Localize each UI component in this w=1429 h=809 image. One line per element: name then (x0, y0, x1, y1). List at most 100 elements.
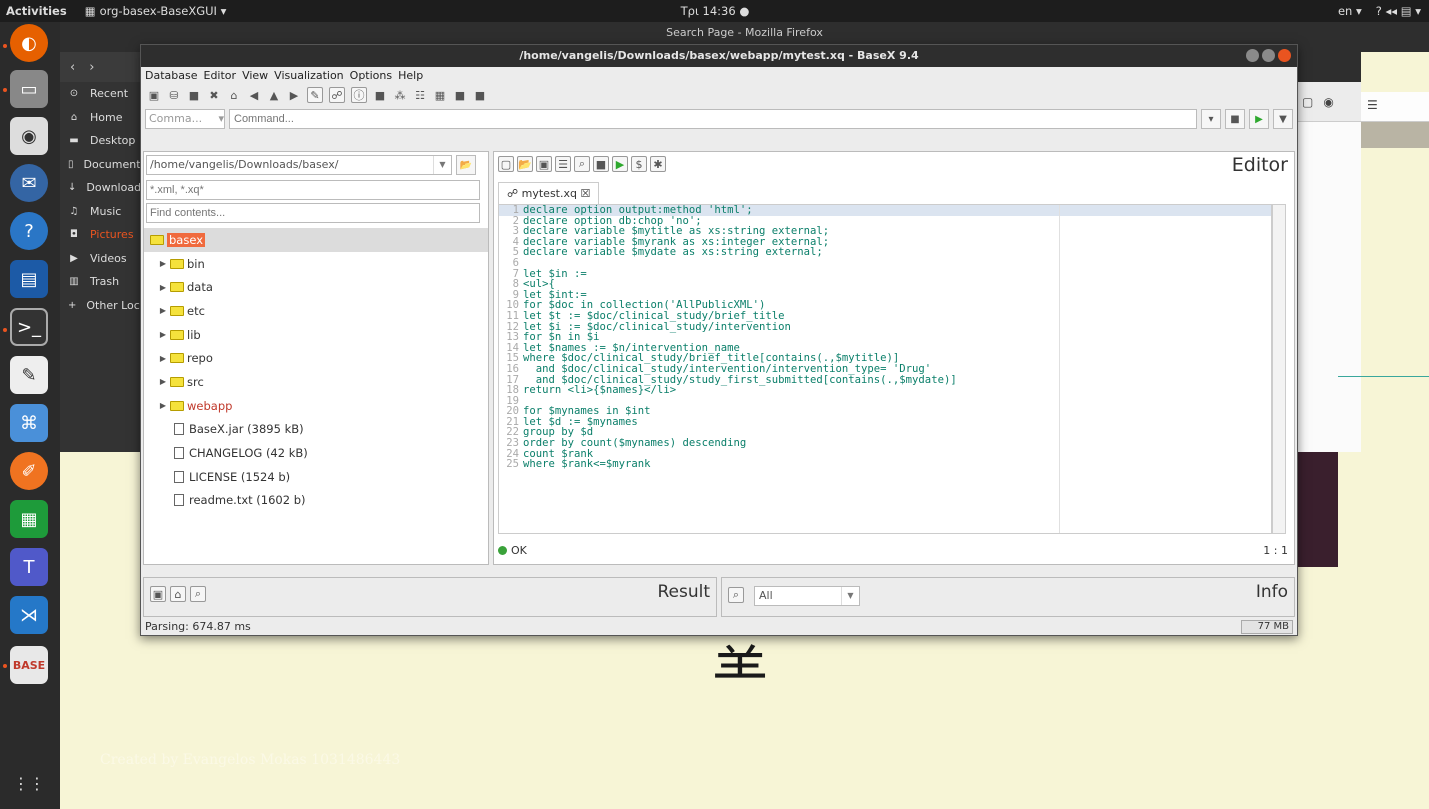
expand-arrow-icon[interactable]: ▶ (158, 330, 168, 339)
expand-arrow-icon[interactable]: ▶ (158, 354, 168, 363)
expand-arrow-icon[interactable]: ▶ (158, 283, 168, 292)
expand-arrow-icon[interactable]: ▶ (158, 377, 168, 386)
files-sidebar-item[interactable]: + Other Locations (60, 294, 140, 318)
terminal-icon[interactable]: >_ (10, 308, 48, 346)
save-icon[interactable]: ▣ (536, 156, 552, 172)
tree-item[interactable]: ▶ lib (144, 323, 488, 347)
menu-options[interactable]: Options (350, 69, 392, 82)
forward-icon[interactable]: › (89, 60, 94, 75)
rhythmbox-icon[interactable]: ◉ (10, 117, 48, 155)
files-sidebar-item[interactable]: ⌂ Home (60, 106, 140, 130)
files-sidebar-item[interactable]: ◘ Pictures (60, 223, 140, 247)
system-tray[interactable]: en ▾ ? ◂◂ ▤ ▾ (1338, 4, 1421, 18)
basex-icon[interactable]: BASE (10, 646, 48, 684)
menu-database[interactable]: Database (145, 69, 198, 82)
info-toggle-icon[interactable]: ⓘ (351, 87, 367, 103)
clock[interactable]: Τρι 14:36 ● (681, 4, 750, 18)
command-input[interactable] (229, 109, 1197, 129)
editor-toggle-icon[interactable]: ✎ (307, 87, 323, 103)
project-toggle-icon[interactable]: ☍ (329, 87, 345, 103)
files-sidebar-item[interactable]: ♫ Music (60, 200, 140, 224)
menu-help[interactable]: Help (398, 69, 423, 82)
files-sidebar-item[interactable]: ▬ Desktop (60, 129, 140, 153)
sketch-icon[interactable]: ✐ (10, 452, 48, 490)
filter-icon[interactable]: ▼ (1273, 109, 1293, 129)
home-icon[interactable]: ⌂ (227, 88, 241, 102)
search-icon[interactable]: ⌕ (728, 587, 744, 603)
open-folder-icon[interactable]: 📂 (456, 155, 476, 175)
file-filter-input[interactable] (146, 180, 480, 200)
files-sidebar-item[interactable]: ▥ Trash (60, 270, 140, 294)
plot-view-icon[interactable]: ■ (473, 88, 487, 102)
teams-icon[interactable]: T (10, 548, 48, 586)
tree-item[interactable]: readme.txt (1602 b) (144, 489, 488, 513)
files-sidebar-item[interactable]: ↓ Downloads (60, 176, 140, 200)
reader-icon[interactable]: ▢ (1302, 95, 1313, 109)
run-icon[interactable]: ▶ (612, 156, 628, 172)
open-file-icon[interactable]: 📂 (517, 156, 533, 172)
new-file-icon[interactable]: ▢ (498, 156, 514, 172)
tab-mytest[interactable]: ☍ mytest.xq ☒ (498, 182, 600, 204)
home-icon[interactable]: ⌂ (170, 586, 186, 602)
tree-item[interactable]: ▶ bin (144, 252, 488, 276)
firefox-icon[interactable]: ◐ (10, 24, 48, 62)
search-icon[interactable]: ⌕ (574, 156, 590, 172)
run-icon[interactable]: ▶ (1249, 109, 1269, 129)
stop-icon[interactable]: ■ (1225, 109, 1245, 129)
close-button[interactable] (1278, 49, 1291, 62)
back-icon[interactable]: ‹ (70, 60, 75, 75)
files-sidebar-item[interactable]: ⊙ Recent (60, 82, 140, 106)
menu-visualization[interactable]: Visualization (274, 69, 343, 82)
command-mode-select[interactable]: Comma... ▾ (145, 109, 225, 129)
firefox-menu-icon[interactable]: ☰ (1361, 92, 1429, 122)
files-sidebar-item[interactable]: ▯ Documents (60, 153, 140, 177)
tree-item[interactable]: BaseX.jar (3895 kB) (144, 418, 488, 442)
up-icon[interactable]: ▲ (267, 88, 281, 102)
folder-view-icon[interactable]: ☷ (413, 88, 427, 102)
text-editor-icon[interactable]: ✎ (10, 356, 48, 394)
info-filter-select[interactable]: All ▼ (754, 586, 860, 606)
close-database-icon[interactable]: ✖ (207, 88, 221, 102)
writer-icon[interactable]: ▤ (10, 260, 48, 298)
table-view-icon[interactable]: ▦ (433, 88, 447, 102)
language-indicator[interactable]: en ▾ (1338, 4, 1362, 18)
tree-item[interactable]: CHANGELOG (42 kB) (144, 441, 488, 465)
expand-arrow-icon[interactable]: ▶ (158, 306, 168, 315)
expand-arrow-icon[interactable]: ▶ (158, 259, 168, 268)
save-icon[interactable]: ▣ (150, 586, 166, 602)
test-icon[interactable]: ✱ (650, 156, 666, 172)
vscode-icon[interactable]: ⋊ (10, 596, 48, 634)
calc-icon[interactable]: ▦ (10, 500, 48, 538)
properties-icon[interactable]: ■ (187, 88, 201, 102)
basex-titlebar[interactable]: /home/vangelis/Downloads/basex/webapp/my… (141, 45, 1297, 67)
menu-view[interactable]: View (242, 69, 268, 82)
files-sidebar-item[interactable]: ▶ Videos (60, 247, 140, 271)
history-dropdown-icon[interactable]: ▾ (1201, 109, 1221, 129)
tree-item[interactable]: LICENSE (1524 b) (144, 465, 488, 489)
activities-button[interactable]: Activities (6, 4, 67, 18)
new-database-icon[interactable]: ▣ (147, 88, 161, 102)
tree-item[interactable]: ▶ repo (144, 346, 488, 370)
app-menu[interactable]: ▦ org-basex-BaseXGUI ▾ (85, 4, 227, 18)
chevron-down-icon[interactable]: ▼ (433, 156, 451, 174)
maximize-button[interactable] (1262, 49, 1275, 62)
tree-item[interactable]: basex (144, 228, 488, 252)
account-icon[interactable]: ◉ (1323, 95, 1333, 109)
tree-item[interactable]: ▶ src (144, 370, 488, 394)
network-icon[interactable]: ⌘ (10, 404, 48, 442)
map-view-icon[interactable]: ■ (453, 88, 467, 102)
memory-indicator[interactable]: 77 MB (1241, 620, 1293, 634)
help-icon[interactable]: ? (10, 212, 48, 250)
back-icon[interactable]: ◀ (247, 88, 261, 102)
stop-icon[interactable]: ■ (593, 156, 609, 172)
minimize-button[interactable] (1246, 49, 1259, 62)
thunderbird-icon[interactable]: ✉ (10, 164, 48, 202)
system-tray-icons[interactable]: ? ◂◂ ▤ ▾ (1376, 4, 1421, 18)
editor-scrollbar[interactable] (1272, 204, 1286, 534)
file-manager-icon[interactable]: ▭ (10, 70, 48, 108)
menu-editor[interactable]: Editor (204, 69, 237, 82)
tree-item[interactable]: ▶ etc (144, 299, 488, 323)
code-editor[interactable]: 1 declare option output:method 'html'; 2 de… (498, 204, 1272, 534)
tree-item[interactable]: ▶ webapp (144, 394, 488, 418)
open-database-icon[interactable]: ⛁ (167, 88, 181, 102)
